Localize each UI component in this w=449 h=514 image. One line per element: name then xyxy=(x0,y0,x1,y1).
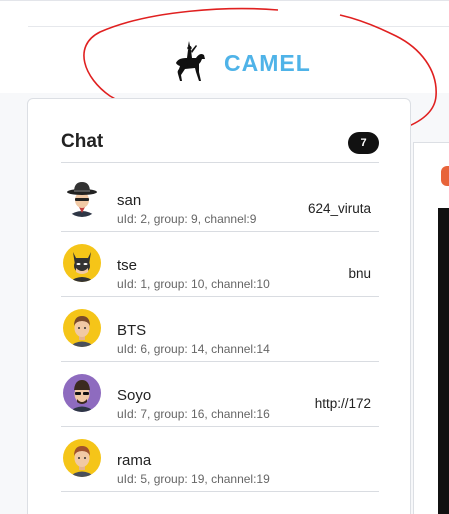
sunglasses-avatar xyxy=(63,374,101,412)
chat-item-last-message: bnu xyxy=(348,266,371,281)
horse-rider-icon xyxy=(170,39,210,88)
chat-item-name: Soyo xyxy=(117,387,152,404)
chat-item-meta: uId: 1, group: 10, channel:10 xyxy=(117,277,270,291)
chat-item-rama[interactable]: rama uId: 5, group: 19, channel:19 xyxy=(61,427,379,492)
chat-item-last-message: 624_viruta xyxy=(307,201,371,216)
chat-item-name: rama xyxy=(117,452,152,469)
brand[interactable]: CAMEL xyxy=(170,39,311,88)
man-avatar xyxy=(63,439,101,477)
app-name: CAMEL xyxy=(224,50,311,76)
chat-item-tse[interactable]: tse uId: 1, group: 10, channel:10 bnu xyxy=(61,232,379,297)
chat-item-meta: uId: 6, group: 14, channel:14 xyxy=(117,342,270,356)
batman-avatar xyxy=(63,244,101,282)
chat-item-san[interactable]: san uId: 2, group: 9, channel:9 624_viru… xyxy=(61,167,379,232)
chat-item-name: san xyxy=(117,192,142,209)
chat-item-meta: uId: 2, group: 9, channel:9 xyxy=(117,212,257,226)
chat-item-bts[interactable]: BTS uId: 6, group: 14, channel:14 xyxy=(61,297,379,362)
spy-hat-avatar xyxy=(63,179,101,217)
chat-title: Chat xyxy=(61,131,104,152)
dark-panel-edge xyxy=(438,208,449,514)
chat-item-meta: uId: 7, group: 16, channel:16 xyxy=(117,407,270,421)
chat-item-name: BTS xyxy=(117,322,147,339)
man-avatar xyxy=(63,309,101,347)
chat-item-meta: uId: 5, group: 19, channel:19 xyxy=(117,472,270,486)
chat-count-badge[interactable]: 7 xyxy=(348,132,379,154)
chat-item-name: tse xyxy=(117,257,138,274)
chat-item-soyo[interactable]: Soyo uId: 7, group: 16, channel:16 http:… xyxy=(61,362,379,427)
chat-card: Chat 7 san uId: 2, group: 9, channel:9 6… xyxy=(27,98,411,514)
app-window: CAMEL Chat 7 san uId: 2, group: 9, chann… xyxy=(0,0,449,514)
chat-item-last-message: http://172 xyxy=(314,396,371,411)
orange-tab[interactable] xyxy=(441,166,449,186)
chat-header: Chat 7 xyxy=(61,129,379,163)
header-divider xyxy=(28,26,449,27)
chat-list: san uId: 2, group: 9, channel:9 624_viru… xyxy=(61,167,379,492)
top-header: CAMEL xyxy=(0,0,449,93)
